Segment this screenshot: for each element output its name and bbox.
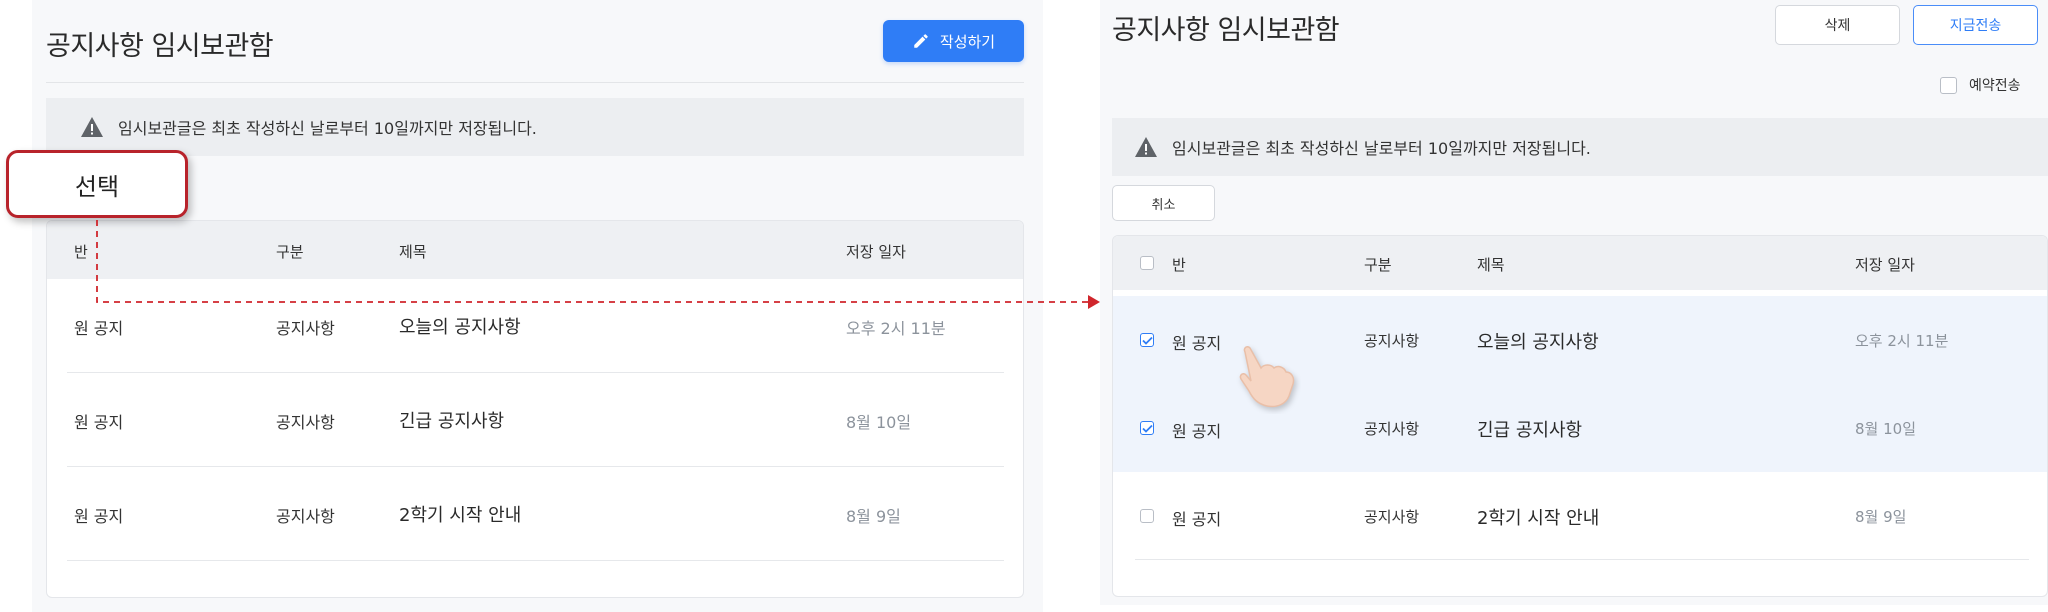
reserve-label: 예약전송 <box>1969 78 2021 94</box>
row-date: 8월 10일 <box>1855 420 1916 438</box>
row-checkbox-checked[interactable] <box>1140 333 1154 347</box>
table-row[interactable]: 원 공지 공지사항 오늘의 공지사항 오후 2시 11분 <box>47 279 1023 373</box>
row-divider <box>1135 559 2029 560</box>
row-class: 원 공지 <box>1172 422 1222 441</box>
notice-text: 임시보관글은 최초 작성하신 날로부터 10일까지만 저장됩니다. <box>1172 139 1591 158</box>
header-saved-date: 저장 일자 <box>846 243 906 261</box>
header-category: 구분 <box>276 243 304 261</box>
row-date: 오후 2시 11분 <box>846 319 946 338</box>
warning-triangle-icon <box>1134 136 1158 158</box>
storage-notice: 임시보관글은 최초 작성하신 날로부터 10일까지만 저장됩니다. <box>46 98 1024 156</box>
header-category: 구분 <box>1364 256 1392 274</box>
row-title[interactable]: 긴급 공지사항 <box>399 407 504 433</box>
write-button[interactable]: 작성하기 <box>883 20 1024 62</box>
row-title[interactable]: 2학기 시작 안내 <box>399 501 521 527</box>
row-category: 공지사항 <box>276 319 335 338</box>
row-date: 8월 9일 <box>846 507 901 526</box>
table-header: 반 구분 제목 저장 일자 <box>1113 236 2047 290</box>
header-class: 반 <box>74 243 88 261</box>
check-mark-icon <box>1141 424 1153 433</box>
hand-pointer-icon <box>1231 344 1301 418</box>
page-title: 공지사항 임시보관함 <box>1112 15 1340 46</box>
row-category: 공지사항 <box>1364 420 1420 438</box>
row-checkbox[interactable] <box>1140 509 1154 523</box>
warning-triangle-icon <box>80 116 104 138</box>
left-panel: 공지사항 임시보관함 작성하기 임시보관글은 최초 작성하신 날로부터 10일까… <box>32 0 1043 612</box>
table-row[interactable]: 원 공지 공지사항 2학기 시작 안내 8월 9일 <box>47 467 1023 561</box>
row-class: 원 공지 <box>1172 334 1222 353</box>
drafts-table: 반 구분 제목 저장 일자 원 공지 공지사항 오늘의 공지사항 오후 2시 1… <box>1112 235 2048 597</box>
row-class: 원 공지 <box>1172 510 1222 529</box>
row-date: 8월 9일 <box>1855 508 1907 526</box>
select-callout: 선택 <box>6 150 188 218</box>
row-title[interactable]: 오늘의 공지사항 <box>399 313 521 339</box>
row-title[interactable]: 긴급 공지사항 <box>1477 416 1582 442</box>
send-now-button[interactable]: 지금전송 <box>1913 5 2038 45</box>
row-divider <box>67 560 1004 561</box>
right-panel: 공지사항 임시보관함 삭제 지금전송 예약전송 임시보관글은 최초 작성하신 날… <box>1100 0 2048 605</box>
table-row[interactable]: 원 공지 공지사항 2학기 시작 안내 8월 9일 <box>1113 472 2047 560</box>
write-button-label: 작성하기 <box>939 32 996 51</box>
row-class: 원 공지 <box>74 413 124 432</box>
page-title: 공지사항 임시보관함 <box>46 31 274 62</box>
row-date: 8월 10일 <box>846 413 912 432</box>
row-title[interactable]: 오늘의 공지사항 <box>1477 328 1599 354</box>
title-divider <box>46 82 1024 83</box>
row-date: 오후 2시 11분 <box>1855 332 1949 350</box>
reserve-checkbox[interactable] <box>1940 76 1957 94</box>
row-checkbox-checked[interactable] <box>1140 421 1154 435</box>
header-title: 제목 <box>1477 256 1505 274</box>
header-title: 제목 <box>399 243 427 261</box>
reserve-send-option[interactable]: 예약전송 <box>1940 75 2021 95</box>
notice-text: 임시보관글은 최초 작성하신 날로부터 10일까지만 저장됩니다. <box>118 119 537 138</box>
row-category: 공지사항 <box>276 413 335 432</box>
check-mark-icon <box>1141 336 1153 345</box>
row-class: 원 공지 <box>74 319 124 338</box>
cancel-button[interactable]: 취소 <box>1112 185 1215 221</box>
select-all-checkbox[interactable] <box>1140 256 1154 270</box>
header-class: 반 <box>1172 256 1186 274</box>
storage-notice: 임시보관글은 최초 작성하신 날로부터 10일까지만 저장됩니다. <box>1112 118 2048 176</box>
row-title[interactable]: 2학기 시작 안내 <box>1477 504 1599 530</box>
table-row[interactable]: 원 공지 공지사항 긴급 공지사항 8월 10일 <box>47 373 1023 467</box>
table-header: 반 구분 제목 저장 일자 <box>47 221 1023 279</box>
delete-button[interactable]: 삭제 <box>1775 5 1900 45</box>
pencil-icon <box>912 32 930 50</box>
header-saved-date: 저장 일자 <box>1855 256 1915 274</box>
row-category: 공지사항 <box>1364 332 1420 350</box>
row-category: 공지사항 <box>276 507 335 526</box>
row-category: 공지사항 <box>1364 508 1420 526</box>
callout-label: 선택 <box>74 172 120 201</box>
row-class: 원 공지 <box>74 507 124 526</box>
drafts-table: 반 구분 제목 저장 일자 원 공지 공지사항 오늘의 공지사항 오후 2시 1… <box>46 220 1024 598</box>
